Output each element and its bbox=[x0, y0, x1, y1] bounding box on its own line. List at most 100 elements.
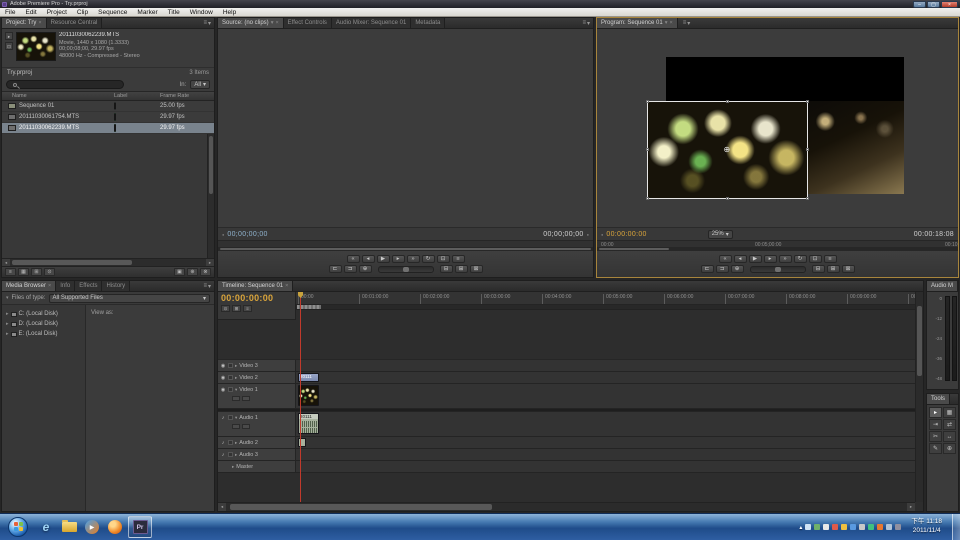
go-to-previous-edit-button[interactable]: « bbox=[719, 255, 732, 263]
tray-icon[interactable] bbox=[895, 524, 901, 530]
menu-clip[interactable]: Clip bbox=[77, 8, 88, 17]
transform-handle[interactable] bbox=[646, 148, 649, 151]
tab-close-icon[interactable]: × bbox=[285, 283, 288, 289]
overlay-button[interactable]: ⊞ bbox=[455, 265, 468, 273]
export-frame-button[interactable]: ⊠ bbox=[470, 265, 483, 273]
start-button[interactable] bbox=[8, 517, 28, 537]
zoom-level-dropdown[interactable]: 25% ▾ bbox=[708, 230, 733, 239]
anchor-point-icon[interactable]: ⊕ bbox=[724, 145, 731, 154]
track-lock-icon[interactable] bbox=[228, 387, 233, 392]
track-lane[interactable] bbox=[296, 461, 915, 472]
rolling-edit-tool[interactable]: ⇄ bbox=[943, 419, 956, 430]
project-row-clip2-selected[interactable]: 20111030062239.MTS 29.97 fps bbox=[2, 123, 214, 134]
track-lane[interactable] bbox=[296, 384, 915, 408]
panel-menu-icon[interactable]: ≡▾ bbox=[200, 281, 214, 291]
safe-margins-button[interactable]: ⊡ bbox=[809, 255, 822, 263]
panel-menu-icon[interactable]: ≡▾ bbox=[579, 18, 593, 28]
safe-margins-button[interactable]: ⊡ bbox=[437, 255, 450, 263]
toggle-track-audio-icon[interactable]: ♪ bbox=[220, 440, 226, 446]
go-to-next-edit-button[interactable]: » bbox=[779, 255, 792, 263]
show-desktop-button[interactable] bbox=[952, 514, 960, 540]
go-to-in-button[interactable]: « bbox=[347, 255, 360, 263]
tray-icon[interactable] bbox=[814, 524, 820, 530]
play-button[interactable]: ▶ bbox=[377, 255, 390, 263]
tray-icon[interactable] bbox=[805, 524, 811, 530]
firefox-icon[interactable] bbox=[105, 517, 125, 537]
export-frame-button[interactable]: ⊠ bbox=[842, 265, 855, 273]
snap-button[interactable]: ⊙ bbox=[221, 305, 230, 312]
tab-project[interactable]: Project: Try × bbox=[2, 18, 47, 28]
tray-icon[interactable] bbox=[868, 524, 874, 530]
label-chip[interactable] bbox=[114, 102, 116, 110]
expand-icon[interactable]: ▾ bbox=[235, 415, 237, 421]
show-keyframes-icon[interactable] bbox=[242, 424, 250, 429]
tree-item-drive-c[interactable]: ▸ C: (Local Disk) bbox=[2, 309, 85, 319]
menu-project[interactable]: Project bbox=[47, 8, 67, 17]
lift-button[interactable]: ⊏ bbox=[701, 265, 714, 273]
timeline-clip-video1[interactable] bbox=[298, 385, 319, 406]
trim-button[interactable]: ⊕ bbox=[731, 265, 744, 273]
program-monitor-canvas[interactable]: ⊕ bbox=[597, 29, 958, 227]
track-lane[interactable]: 20111 bbox=[296, 372, 915, 383]
program-mini-ruler[interactable]: 00:00 00:05;00:00 00:10 bbox=[597, 240, 958, 251]
collapse-icon[interactable]: ▸ bbox=[235, 363, 237, 369]
step-forward-button[interactable]: ▸ bbox=[764, 255, 777, 263]
tab-history[interactable]: History bbox=[102, 281, 130, 291]
tree-item-drive-d[interactable]: ▸ D: (Local Disk) bbox=[2, 319, 85, 329]
toggle-track-audio-icon[interactable]: ♪ bbox=[220, 452, 226, 458]
show-hidden-icons-button[interactable]: ▴ bbox=[799, 524, 802, 531]
timeline-ruler[interactable]: 00:00 00:01:00:00 00:02:00:00 00:03:00:0… bbox=[296, 292, 915, 305]
zoom-in-icon[interactable]: ▸ bbox=[907, 503, 915, 511]
output-button[interactable]: ≡ bbox=[824, 255, 837, 263]
search-input[interactable] bbox=[6, 80, 124, 89]
timeline-vertical-scrollbar[interactable] bbox=[915, 292, 923, 502]
overlay-button[interactable]: ⊞ bbox=[827, 265, 840, 273]
expand-icon[interactable]: ▾ bbox=[235, 387, 237, 393]
step-back-button[interactable]: ◂ bbox=[362, 255, 375, 263]
menu-edit[interactable]: Edit bbox=[25, 8, 36, 17]
tab-source[interactable]: Source: (no clips) ▾ × bbox=[218, 18, 284, 28]
selection-tool[interactable]: ▸ bbox=[929, 407, 942, 418]
media-player-icon[interactable]: ▶ bbox=[82, 517, 102, 537]
extract-button[interactable]: ⊐ bbox=[716, 265, 729, 273]
show-keyframes-icon[interactable] bbox=[242, 396, 250, 401]
shuttle-slider[interactable] bbox=[750, 266, 806, 273]
menu-help[interactable]: Help bbox=[223, 8, 236, 17]
insert-button[interactable]: ⊟ bbox=[440, 265, 453, 273]
tab-program[interactable]: Program: Sequence 01 ▾ × bbox=[597, 18, 678, 28]
column-frame-rate[interactable]: Frame Rate bbox=[160, 93, 214, 99]
timeline-horizontal-scrollbar[interactable]: ◂ ▸ bbox=[218, 502, 915, 511]
expand-icon[interactable]: ▸ bbox=[6, 331, 9, 337]
track-header[interactable]: ◉ ▸ Video 2 bbox=[218, 372, 296, 383]
loop-button[interactable]: ↻ bbox=[422, 255, 435, 263]
project-vertical-scrollbar[interactable] bbox=[207, 134, 214, 258]
tray-icon[interactable] bbox=[841, 524, 847, 530]
new-item-button[interactable]: ⊕ bbox=[187, 268, 198, 276]
razor-tool[interactable]: ✂ bbox=[929, 431, 942, 442]
source-mini-ruler[interactable] bbox=[218, 240, 593, 251]
track-lock-icon[interactable] bbox=[228, 440, 233, 445]
collapse-icon[interactable]: ▸ bbox=[235, 452, 237, 458]
work-area-bar[interactable] bbox=[296, 305, 915, 310]
loop-button[interactable]: ↻ bbox=[794, 255, 807, 263]
set-encore-chapter-button[interactable]: ⊞ bbox=[232, 305, 241, 312]
tab-audio-meters[interactable]: Audio M bbox=[927, 281, 958, 291]
clear-button[interactable]: ⊗ bbox=[200, 268, 211, 276]
tab-effect-controls[interactable]: Effect Controls bbox=[284, 18, 332, 28]
track-lane[interactable] bbox=[296, 437, 915, 448]
premiere-taskbar-button[interactable]: Pr bbox=[128, 516, 152, 538]
track-header[interactable]: ♪ ▸ Audio 3 bbox=[218, 449, 296, 460]
shuttle-slider[interactable] bbox=[378, 266, 434, 273]
track-lane[interactable] bbox=[296, 449, 915, 460]
ripple-edit-tool[interactable]: ⇥ bbox=[929, 419, 942, 430]
source-monitor-canvas[interactable] bbox=[218, 29, 593, 227]
track-header[interactable]: ♪ ▸ Audio 2 bbox=[218, 437, 296, 448]
label-chip[interactable] bbox=[114, 124, 116, 132]
collapse-icon[interactable]: ▸ bbox=[232, 464, 234, 470]
track-header[interactable]: ◉ ▸ Video 3 bbox=[218, 360, 296, 371]
track-lock-icon[interactable] bbox=[228, 415, 233, 420]
zoom-out-icon[interactable]: ◂ bbox=[218, 503, 226, 511]
track-header[interactable]: ♪ ▾ Audio 1 bbox=[218, 412, 296, 436]
column-name[interactable]: Name bbox=[2, 93, 114, 99]
set-in-button[interactable]: ⊏ bbox=[329, 265, 342, 273]
